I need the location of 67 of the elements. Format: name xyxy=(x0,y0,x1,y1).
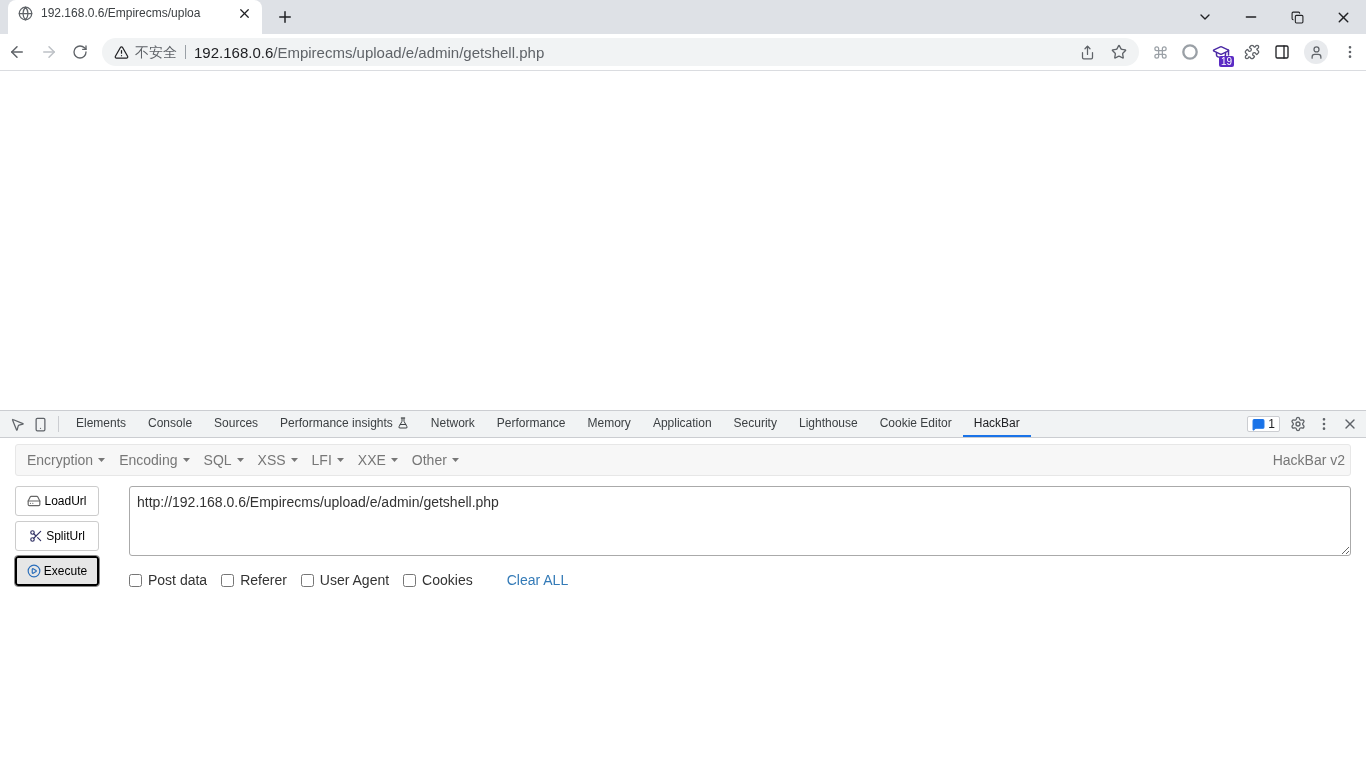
browser-tab[interactable]: 192.168.0.6/Empirecms/uploa xyxy=(8,0,262,34)
drive-icon xyxy=(27,494,42,508)
dropdown-menu[interactable]: LFI xyxy=(305,452,352,468)
checkbox[interactable] xyxy=(403,573,417,587)
caret-icon xyxy=(182,458,190,462)
hackbar-button[interactable]: SplitUrl xyxy=(15,521,99,551)
dropdown-menu[interactable]: Encryption xyxy=(21,452,114,468)
devtools-tab[interactable]: Console xyxy=(137,411,204,437)
url-field[interactable]: http://192.168.0.6/Empirecms/upload/e/admin/getshell.php xyxy=(129,486,1351,556)
hackbar-button[interactable]: Execute xyxy=(15,556,99,586)
puzzle-icon[interactable] xyxy=(1244,44,1260,60)
checkbox[interactable] xyxy=(300,573,314,587)
tab-title: 192.168.0.6/Empirecms/uploa xyxy=(41,6,202,20)
devtools-tab[interactable]: Sources xyxy=(203,411,270,437)
devtools-tab[interactable]: Performance xyxy=(485,411,577,437)
checkbox-label[interactable]: User Agent xyxy=(319,572,390,588)
url-host[interactable]: 192.168.0.6 xyxy=(192,43,274,61)
dropdown-menu[interactable]: Encoding xyxy=(113,452,198,468)
devtools-tab[interactable]: Cookie Editor xyxy=(868,411,963,437)
devtools-tab[interactable]: Security xyxy=(722,411,788,437)
devtools-tab[interactable]: Lighthouse xyxy=(787,411,869,437)
settings-icon[interactable] xyxy=(1290,416,1306,432)
hackbar-version: HackBar v2 xyxy=(1272,452,1345,468)
clear-link[interactable]: Clear ALL xyxy=(506,572,569,588)
caret-icon xyxy=(390,458,398,462)
command-icon[interactable] xyxy=(1153,44,1168,60)
scissors-icon xyxy=(29,529,44,543)
restore-icon[interactable] xyxy=(1290,10,1304,24)
side-panel-icon[interactable] xyxy=(1274,44,1290,60)
checkbox-label[interactable]: Post data xyxy=(148,572,208,588)
warning-icon[interactable] xyxy=(114,44,129,60)
caret-icon xyxy=(290,458,298,462)
play-icon xyxy=(26,564,41,578)
hackbar-button[interactable]: LoadUrl xyxy=(15,486,99,516)
checkbox[interactable] xyxy=(221,573,235,587)
inspect-icon[interactable] xyxy=(10,416,25,432)
profile-avatar[interactable] xyxy=(1304,40,1328,64)
caret-icon xyxy=(236,458,244,462)
devtools-tab[interactable]: Memory xyxy=(576,411,642,437)
checkbox[interactable] xyxy=(129,573,142,587)
devtools-tab[interactable]: Network xyxy=(419,411,486,437)
dropdown-menu[interactable]: XXE xyxy=(351,452,406,468)
devtools-tab[interactable]: HackBar xyxy=(962,411,1031,437)
dropdown-menu[interactable]: XSS xyxy=(251,452,306,468)
devtools-tab[interactable]: Performance insights xyxy=(269,411,420,437)
new-tab-icon[interactable] xyxy=(276,8,294,26)
caret-icon xyxy=(98,458,106,462)
issues-button[interactable]: 1 xyxy=(1247,416,1280,432)
reload-icon[interactable] xyxy=(72,44,88,60)
dropdown-menu[interactable]: SQL xyxy=(197,452,252,468)
message-icon xyxy=(1252,417,1266,431)
security-label[interactable]: 不安全 xyxy=(135,45,186,59)
url-path[interactable]: /Empirecms/upload/e/admin/getshell.php xyxy=(273,43,545,61)
checkbox-label[interactable]: Referer xyxy=(240,572,287,588)
globe-icon xyxy=(18,5,33,21)
caret-icon xyxy=(451,458,459,462)
dropdown-menu[interactable]: Other xyxy=(405,452,467,468)
ring-icon[interactable] xyxy=(1182,44,1198,60)
device-icon[interactable] xyxy=(33,416,48,432)
caret-icon xyxy=(336,458,344,462)
back-icon[interactable] xyxy=(8,43,26,61)
star-icon[interactable] xyxy=(1111,44,1127,60)
devtools-tab[interactable]: Elements xyxy=(65,411,138,437)
extension-badge: 19 xyxy=(1218,56,1234,67)
share-icon[interactable] xyxy=(1080,44,1095,60)
checkbox-label[interactable]: Cookies xyxy=(422,572,473,588)
devtools-tab[interactable]: Application xyxy=(641,411,723,437)
